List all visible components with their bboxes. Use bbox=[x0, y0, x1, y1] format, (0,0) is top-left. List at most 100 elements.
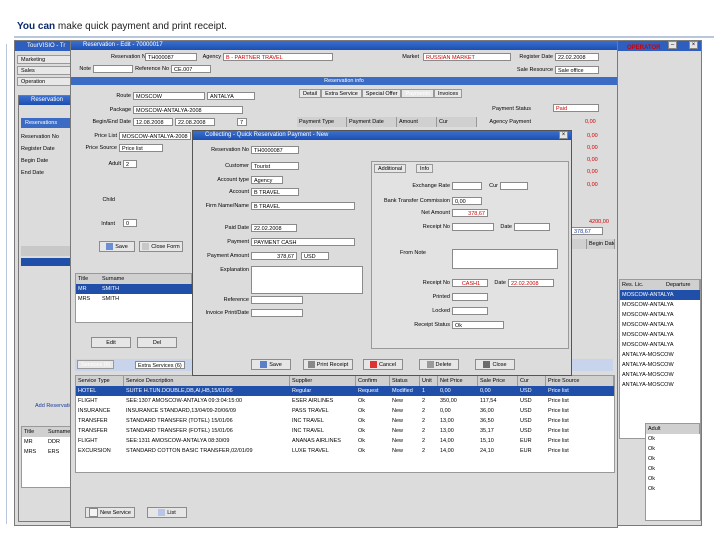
customer-field[interactable]: Tourist bbox=[251, 162, 299, 170]
infant-field[interactable]: 0 bbox=[123, 219, 137, 227]
list-item[interactable]: Ok bbox=[646, 454, 700, 464]
reservation-no-field[interactable]: TH000087 bbox=[145, 53, 197, 61]
end-date-field[interactable]: 22.08.2008 bbox=[175, 118, 215, 126]
table-row[interactable] bbox=[21, 258, 77, 266]
table-cell: STANDARD TRANSFER (FOTEL) 15/01/06 bbox=[126, 428, 233, 434]
list-item[interactable]: MOSCOW-ANTALYA bbox=[620, 290, 700, 300]
dialog-close-button[interactable]: × bbox=[559, 131, 568, 139]
table-row[interactable]: INSURANCE INSURANCE STANDARD,13/04/09-20/… bbox=[76, 406, 614, 416]
table-row[interactable]: FLIGHT SEE:1307 AMOSCOW-ANTALYA 09:3:04:1… bbox=[76, 396, 614, 406]
adult-field[interactable]: 2 bbox=[123, 160, 137, 168]
receipt-status-field[interactable]: Ok bbox=[452, 321, 504, 329]
payment-amount-field[interactable]: 378,67 bbox=[251, 252, 297, 260]
receipt-no-2-field[interactable]: CASH1 bbox=[452, 279, 488, 287]
label-paid-date: Paid Date bbox=[224, 225, 249, 231]
list-item[interactable]: Ok bbox=[646, 444, 700, 454]
menu-sales[interactable]: Sales bbox=[17, 66, 77, 75]
account-type-field[interactable]: Agency bbox=[251, 176, 283, 184]
tab-additional[interactable]: Additional bbox=[374, 164, 407, 173]
date-field[interactable] bbox=[514, 223, 550, 231]
payment-currency-field[interactable]: USD bbox=[301, 252, 329, 260]
receipt-no-field[interactable] bbox=[452, 223, 494, 231]
cancel-button[interactable]: Cancel bbox=[363, 359, 403, 370]
nights-field[interactable]: 7 bbox=[237, 118, 247, 126]
list-button[interactable]: List bbox=[147, 507, 187, 518]
list-item[interactable]: MOSCOW-ANTALYA bbox=[620, 320, 700, 330]
register-date-field[interactable]: 22.02.2008 bbox=[555, 53, 599, 61]
list-item[interactable]: Ok bbox=[646, 474, 700, 484]
list-item[interactable]: ANTALYA-MOSCOW bbox=[620, 370, 700, 380]
save-button[interactable]: Save bbox=[99, 241, 135, 252]
delete-button[interactable]: Del bbox=[137, 337, 177, 348]
list-item[interactable]: Ok bbox=[646, 434, 700, 444]
tab-extra-service[interactable]: Extra Service bbox=[321, 89, 362, 98]
note-field[interactable] bbox=[93, 65, 133, 73]
menu-marketing[interactable]: Marketing bbox=[17, 55, 77, 64]
cur-field[interactable] bbox=[500, 182, 528, 190]
tab-services[interactable]: Services (6) bbox=[77, 360, 115, 369]
payment-field[interactable]: PAYMENT CASH bbox=[251, 238, 355, 246]
reference-no-field[interactable]: CE.007 bbox=[171, 65, 211, 73]
market-field[interactable]: RUSSIAN MARKET bbox=[423, 53, 511, 61]
tab-info[interactable]: Info bbox=[416, 164, 434, 173]
minimize-button[interactable]: – bbox=[668, 41, 677, 49]
receipt-date-field[interactable]: 22.02.2008 bbox=[508, 279, 554, 287]
list-item[interactable]: ANTALYA-MOSCOW bbox=[620, 350, 700, 360]
table-row[interactable]: TRANSFER STANDARD TRANSFER (FOTEL) 15/01/… bbox=[76, 426, 614, 436]
close-button[interactable]: × bbox=[689, 41, 698, 49]
bank-commission-field[interactable]: 0,00 bbox=[452, 197, 482, 205]
close-form-button[interactable]: Close Form bbox=[139, 241, 183, 252]
exchange-rate-field[interactable] bbox=[452, 182, 482, 190]
tab-detail[interactable]: Detail bbox=[299, 89, 322, 98]
menu-operation[interactable]: Operation bbox=[17, 77, 77, 86]
reference-field[interactable] bbox=[251, 296, 303, 304]
edit-button[interactable]: Edit bbox=[91, 337, 131, 348]
delete-button[interactable]: Delete bbox=[419, 359, 459, 370]
list-item[interactable]: ANTALYA-MOSCOW bbox=[620, 360, 700, 370]
invoice-field[interactable] bbox=[251, 309, 303, 317]
list-item[interactable]: MOSCOW-ANTALYA bbox=[620, 300, 700, 310]
price-source-field[interactable]: Price list bbox=[119, 144, 163, 152]
locked-field[interactable] bbox=[452, 307, 488, 315]
table-row[interactable]: MRS SMITH bbox=[76, 294, 192, 304]
tab-special-offer[interactable]: Special Offer bbox=[361, 89, 402, 98]
table-row[interactable]: EXCURSION STANDARD COTTON BASIC TRANSFER,… bbox=[76, 446, 614, 456]
begin-date-field[interactable]: 12.08.2008 bbox=[133, 118, 173, 126]
tab-invoices[interactable]: Invoices bbox=[433, 89, 463, 98]
payment-status-field[interactable]: Paid bbox=[553, 104, 599, 112]
explanation-field[interactable] bbox=[251, 266, 363, 294]
services-filter[interactable]: Extra Services (6) bbox=[135, 361, 185, 369]
label-agency-payment: Agency Payment bbox=[489, 119, 531, 125]
list-item[interactable]: MOSCOW-ANTALYA bbox=[620, 340, 700, 350]
new-service-button[interactable]: New Service bbox=[85, 507, 135, 518]
firm-name-field[interactable]: B TRAVEL bbox=[251, 202, 355, 210]
save-button[interactable]: Save bbox=[251, 359, 291, 370]
printed-field[interactable] bbox=[452, 293, 488, 301]
label-customer: Customer bbox=[225, 163, 249, 169]
print-receipt-button[interactable]: Print Receipt bbox=[303, 359, 353, 370]
amount-value: 0,00 bbox=[587, 133, 598, 139]
route-from-field[interactable]: MOSCOW bbox=[133, 92, 205, 100]
agency-field[interactable]: B - PARTNER TRAVEL bbox=[223, 53, 333, 61]
paid-date-field[interactable]: 22.02.2008 bbox=[251, 224, 297, 232]
price-list-field[interactable]: MOSCOW-ANTALYA-2008 bbox=[119, 132, 191, 140]
list-item[interactable]: Ok bbox=[646, 484, 700, 494]
list-item[interactable]: MOSCOW-ANTALYA bbox=[620, 310, 700, 320]
res-no-field[interactable]: TH0000087 bbox=[251, 146, 299, 154]
table-row[interactable]: HOTEL SUITE H.TUN.DOUBLE,DB,AI,HB,15/01/0… bbox=[76, 386, 614, 396]
package-field[interactable]: MOSCOW-ANTALYA-2008 bbox=[133, 106, 243, 114]
close-button[interactable]: Close bbox=[475, 359, 515, 370]
route-to-field[interactable]: ANTALYA bbox=[207, 92, 255, 100]
table-row[interactable]: TRANSFER STANDARD TRANSFER (TOTEL) 15/01/… bbox=[76, 416, 614, 426]
table-row[interactable]: FLIGHT SEE:1311 AMOSCOW-ANTALYA 08:30/09 A… bbox=[76, 436, 614, 446]
tab-payments[interactable]: Payments bbox=[401, 89, 434, 98]
net-amount-field[interactable]: 378,67 bbox=[452, 209, 488, 217]
list-item[interactable]: Ok bbox=[646, 464, 700, 474]
table-row[interactable]: MR SMITH bbox=[76, 284, 192, 294]
list-item[interactable]: MOSCOW-ANTALYA bbox=[620, 330, 700, 340]
label-reservation-no: Reservation No bbox=[111, 54, 149, 60]
list-item[interactable]: ANTALYA-MOSCOW bbox=[620, 380, 700, 390]
from-note-field[interactable] bbox=[452, 249, 558, 269]
account-field[interactable]: B TRAVEL bbox=[251, 188, 299, 196]
sale-resource-field[interactable]: Sale office bbox=[555, 66, 599, 74]
